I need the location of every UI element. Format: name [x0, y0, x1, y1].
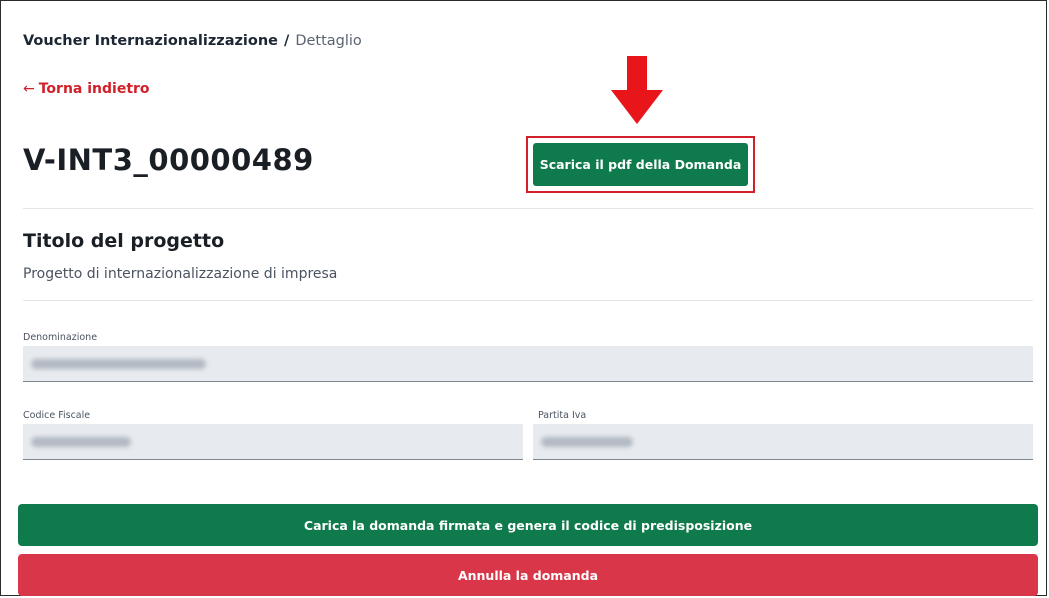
- divider: [23, 208, 1033, 209]
- partita-iva-label: Partita Iva: [538, 410, 587, 421]
- breadcrumb-current: Dettaglio: [295, 33, 362, 49]
- upload-signed-application-button[interactable]: Carica la domanda firmata e genera il co…: [18, 504, 1038, 546]
- breadcrumb-root-link[interactable]: Voucher Internazionalizzazione: [23, 33, 278, 49]
- cancel-application-button[interactable]: Annulla la domanda: [18, 554, 1038, 596]
- back-link[interactable]: ← Torna indietro: [23, 81, 150, 97]
- codice-fiscale-value-redacted: [31, 437, 131, 447]
- codice-fiscale-field[interactable]: [23, 424, 523, 460]
- denominazione-value-redacted: [31, 359, 206, 369]
- project-title-text: Progetto di internazionalizzazione di im…: [23, 266, 338, 282]
- download-pdf-button[interactable]: Scarica il pdf della Domanda: [533, 143, 748, 186]
- divider: [23, 300, 1033, 301]
- arrow-left-icon: ←: [23, 81, 35, 97]
- page-title: V-INT3_00000489: [23, 143, 314, 177]
- partita-iva-field[interactable]: [533, 424, 1033, 460]
- codice-fiscale-label: Codice Fiscale: [23, 410, 91, 421]
- denominazione-label: Denominazione: [23, 332, 98, 343]
- denominazione-field[interactable]: [23, 346, 1033, 382]
- partita-iva-value-redacted: [541, 437, 633, 447]
- breadcrumb-separator: /: [284, 33, 290, 49]
- breadcrumb: Voucher Internazionalizzazione / Dettaglio: [23, 33, 362, 49]
- back-link-label: Torna indietro: [38, 81, 150, 97]
- arrow-down-icon: [611, 56, 663, 124]
- project-title-heading: Titolo del progetto: [23, 230, 225, 252]
- page-frame: Voucher Internazionalizzazione / Dettaglio…: [0, 0, 1047, 596]
